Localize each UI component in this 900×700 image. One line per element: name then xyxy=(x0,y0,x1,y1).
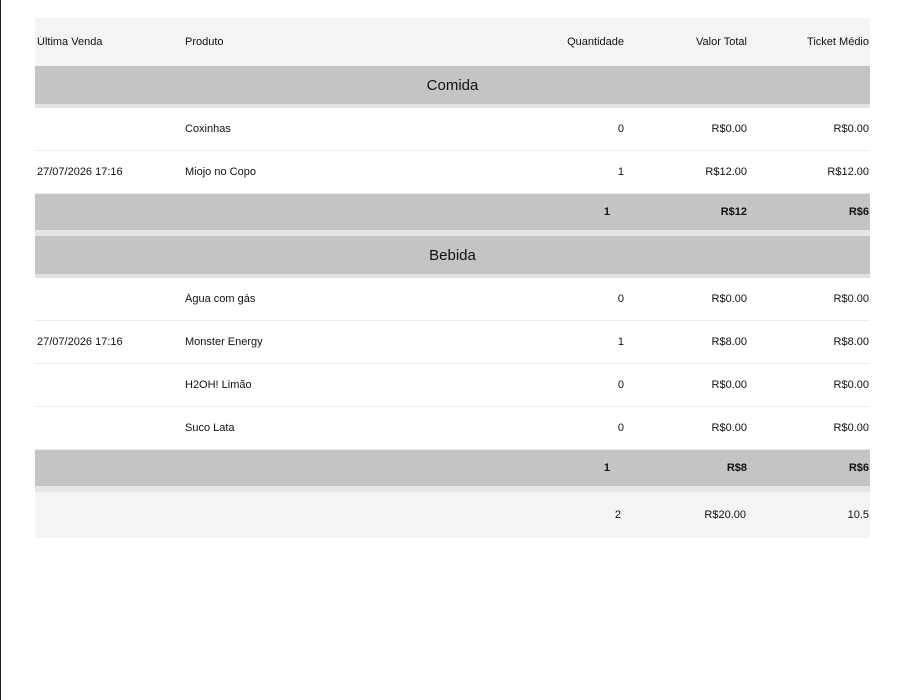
table-row: 27/07/2026 17:16 Monster Energy 1 R$8.00… xyxy=(35,321,870,364)
cell-product: Coxinhas xyxy=(185,123,231,135)
grand-total-value: R$20.00 xyxy=(704,509,746,521)
header-total-value: Valor Total xyxy=(696,36,747,48)
group-header-comida: Comida xyxy=(35,66,870,108)
cell-avg-ticket: R$0.00 xyxy=(833,123,869,135)
table-row: Coxinhas 0 R$0.00 R$0.00 xyxy=(35,108,870,151)
subtotal-total-value: R$8 xyxy=(726,462,747,474)
sales-report-table: Última Venda Produto Quantidade Valor To… xyxy=(35,18,870,538)
cell-total-value: R$0.00 xyxy=(711,293,747,305)
cell-avg-ticket: R$0.00 xyxy=(833,293,869,305)
cell-total-value: R$0.00 xyxy=(711,422,747,434)
grand-total-quantity: 2 xyxy=(614,509,621,521)
cell-avg-ticket: R$12.00 xyxy=(827,166,869,178)
group-title: Comida xyxy=(426,76,479,94)
cell-total-value: R$12.00 xyxy=(705,166,747,178)
subtotal-quantity: 1 xyxy=(603,462,610,474)
cell-last-sale: 27/07/2026 17:16 xyxy=(37,166,123,178)
group-header-bebida: Bebida xyxy=(35,236,870,278)
table-row: Suco Lata 0 R$0.00 R$0.00 xyxy=(35,407,870,450)
cell-total-value: R$0.00 xyxy=(711,123,747,135)
cell-quantity: 0 xyxy=(617,379,624,391)
cell-avg-ticket: R$0.00 xyxy=(833,422,869,434)
table-row: Água com gás 0 R$0.00 R$0.00 xyxy=(35,278,870,321)
cell-product: H2OH! Limão xyxy=(185,379,252,391)
cell-quantity: 0 xyxy=(617,422,624,434)
cell-quantity: 0 xyxy=(617,123,624,135)
header-last-sale: Última Venda xyxy=(37,36,103,48)
page-left-border xyxy=(0,0,1,700)
group-title: Bebida xyxy=(429,246,476,264)
cell-quantity: 1 xyxy=(617,166,624,178)
subtotal-avg-ticket: R$6 xyxy=(848,462,869,474)
header-avg-ticket: Ticket Médio xyxy=(807,36,869,48)
grand-total-avg-ticket: 10.5 xyxy=(847,509,869,521)
cell-total-value: R$8.00 xyxy=(711,336,747,348)
subtotal-total-value: R$12 xyxy=(720,206,747,218)
subtotal-quantity: 1 xyxy=(603,206,610,218)
table-row: H2OH! Limão 0 R$0.00 R$0.00 xyxy=(35,364,870,407)
cell-product: Água com gás xyxy=(185,293,256,305)
cell-total-value: R$0.00 xyxy=(711,379,747,391)
cell-product: Suco Lata xyxy=(185,422,235,434)
cell-product: Miojo no Copo xyxy=(185,166,256,178)
cell-last-sale: 27/07/2026 17:16 xyxy=(37,336,123,348)
cell-quantity: 0 xyxy=(617,293,624,305)
group-subtotal-bebida: 1 R$8 R$6 xyxy=(35,450,870,492)
cell-product: Monster Energy xyxy=(185,336,263,348)
cell-quantity: 1 xyxy=(617,336,624,348)
subtotal-avg-ticket: R$6 xyxy=(848,206,869,218)
cell-avg-ticket: R$8.00 xyxy=(833,336,869,348)
group-subtotal-comida: 1 R$12 R$6 xyxy=(35,194,870,236)
report-page: Última Venda Produto Quantidade Valor To… xyxy=(0,0,900,700)
table-row: 27/07/2026 17:16 Miojo no Copo 1 R$12.00… xyxy=(35,151,870,194)
grand-total-row: 2 R$20.00 10.5 xyxy=(35,492,870,538)
cell-avg-ticket: R$0.00 xyxy=(833,379,869,391)
header-quantity: Quantidade xyxy=(567,36,624,48)
header-product: Produto xyxy=(185,36,224,48)
table-header-row: Última Venda Produto Quantidade Valor To… xyxy=(35,18,870,66)
